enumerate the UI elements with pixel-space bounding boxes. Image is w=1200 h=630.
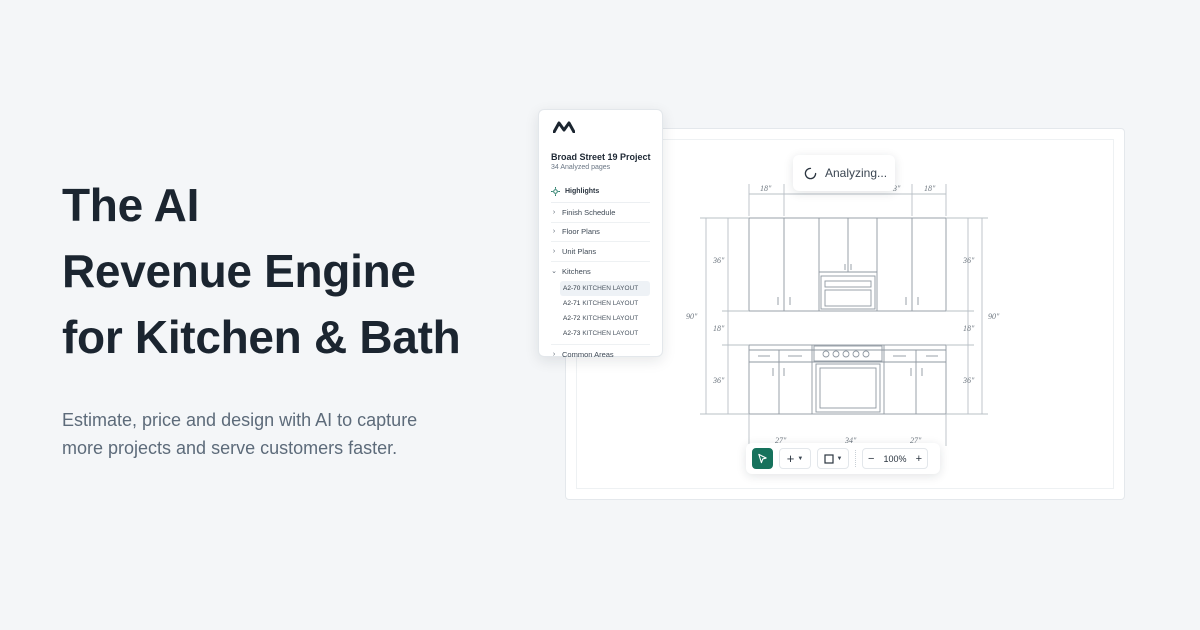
sheet-name: KITCHEN LAYOUT [582,330,639,337]
sheet-code: A2-72 [563,315,581,322]
dim-left-2: 18" [713,324,725,333]
nav-label: Finish Schedule [562,207,616,217]
add-tool-button[interactable]: + ▼ [779,448,811,469]
sheet-name: KITCHEN LAYOUT [582,300,639,307]
square-icon [823,453,834,464]
dim-top-1: 18" [760,184,772,193]
project-page-count: 34 Analyzed pages [551,164,611,171]
chevron-right-icon: › [552,228,556,236]
zoom-out-button[interactable]: − [868,453,874,465]
kitchen-sheet-item[interactable]: A2-73 KITCHEN LAYOUT [560,326,650,341]
nav-label: Unit Plans [562,246,597,256]
brand-logo-icon [552,121,576,134]
sparkle-icon [551,186,560,196]
plus-icon: + [786,451,795,466]
sheet-code: A2-70 [563,285,581,292]
nav-item-unit-plans[interactable]: › Unit Plans [551,242,650,262]
dim-top-3: 18" [924,184,936,193]
chevron-down-icon: ⌄ [551,268,557,276]
zoom-control: − 100% + [862,448,928,469]
upper-cabinets [748,217,947,312]
project-panel: Broad Street 19 Project 34 Analyzed page… [538,109,663,359]
analyzing-status: Analyzing... [793,155,895,191]
nav-item-finish-schedule[interactable]: › Finish Schedule [551,203,650,223]
dim-left-3: 36" [712,376,725,385]
cursor-arrow-icon [758,453,767,464]
caret-down-icon: ▼ [836,455,843,462]
kitchen-sheet-item[interactable]: A2-71 KITCHEN LAYOUT [560,296,650,311]
dim-right-1: 36" [962,256,975,265]
dim-overall-left: 90" [686,312,698,321]
sheet-name: KITCHEN LAYOUT [582,315,639,322]
dim-right-2: 18" [963,324,975,333]
chevron-right-icon: › [552,208,556,216]
range-control-panel [813,345,883,362]
toolbar-separator [855,450,856,467]
nav-label: Common Areas [562,349,614,359]
nav-label: Floor Plans [562,227,600,237]
nav-item-kitchens[interactable]: ⌄ Kitchens [551,262,650,282]
sheet-code: A2-71 [563,300,581,307]
dim-right-3: 36" [962,376,975,385]
zoom-level: 100% [883,453,907,464]
caret-down-icon: ▼ [797,455,804,462]
sheet-code: A2-73 [563,330,581,337]
dim-overall-right: 90" [988,312,1000,321]
shape-tool-button[interactable]: ▼ [817,448,849,469]
chevron-right-icon: › [552,350,556,358]
select-tool-button[interactable] [752,448,773,469]
kitchen-sheet-item[interactable]: A2-72 KITCHEN LAYOUT [560,311,650,326]
canvas-toolbar: + ▼ ▼ − 100% + [746,443,940,474]
chevron-right-icon: › [552,247,556,255]
nav-item-floor-plans[interactable]: › Floor Plans [551,223,650,242]
sheet-name: KITCHEN LAYOUT [582,285,639,292]
zoom-in-button[interactable]: + [916,453,922,465]
highlights-item[interactable]: Highlights [551,180,650,202]
nav-item-common-areas[interactable]: › Common Areas [551,344,650,364]
kitchen-sheet-item[interactable]: A2-70 KITCHEN LAYOUT [560,281,650,296]
project-title: Broad Street 19 Project [551,152,651,162]
analyzing-label: Analyzing... [825,166,888,180]
dim-left-1: 36" [712,256,725,265]
spinner-icon [804,167,817,179]
oven [815,363,881,413]
nav-label: Kitchens [562,266,591,276]
highlights-label: Highlights [565,187,600,195]
